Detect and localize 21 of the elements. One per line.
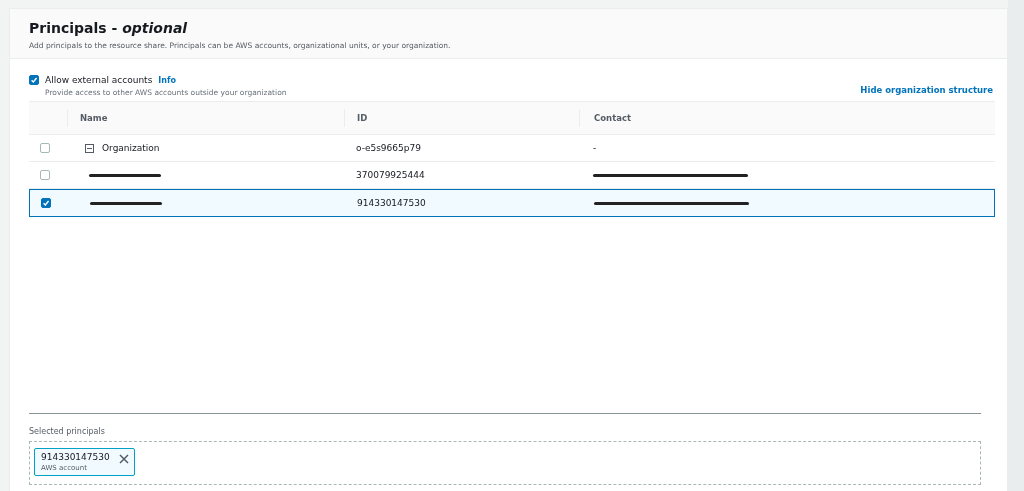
- token-value: 914330147530: [41, 452, 110, 462]
- checkbox[interactable]: [40, 143, 50, 153]
- table-cell: 370079925444: [356, 170, 425, 180]
- hide-structure-link[interactable]: Hide organization structure: [860, 85, 993, 95]
- selected-row[interactable]: 914330147530: [29, 189, 995, 217]
- checkbox[interactable]: [41, 198, 51, 208]
- table-cell: -: [593, 143, 597, 153]
- checkbox-label: Allow external accounts: [45, 75, 153, 85]
- table-cell: 914330147530: [357, 198, 426, 208]
- field-label: Selected principals: [29, 427, 106, 436]
- collapse-icon[interactable]: [85, 143, 94, 153]
- table-cell: o-e5s9665p79: [356, 143, 421, 153]
- checkbox[interactable]: [29, 75, 39, 85]
- section-title: Principals - optional: [29, 19, 189, 38]
- info-link[interactable]: Info: [158, 75, 176, 85]
- table-cell: Organization: [102, 143, 160, 153]
- column-header: Name: [80, 113, 108, 123]
- column-header: ID: [357, 113, 368, 123]
- close-icon[interactable]: [118, 454, 129, 464]
- column-header: Contact: [594, 113, 632, 123]
- checkbox[interactable]: [40, 170, 50, 180]
